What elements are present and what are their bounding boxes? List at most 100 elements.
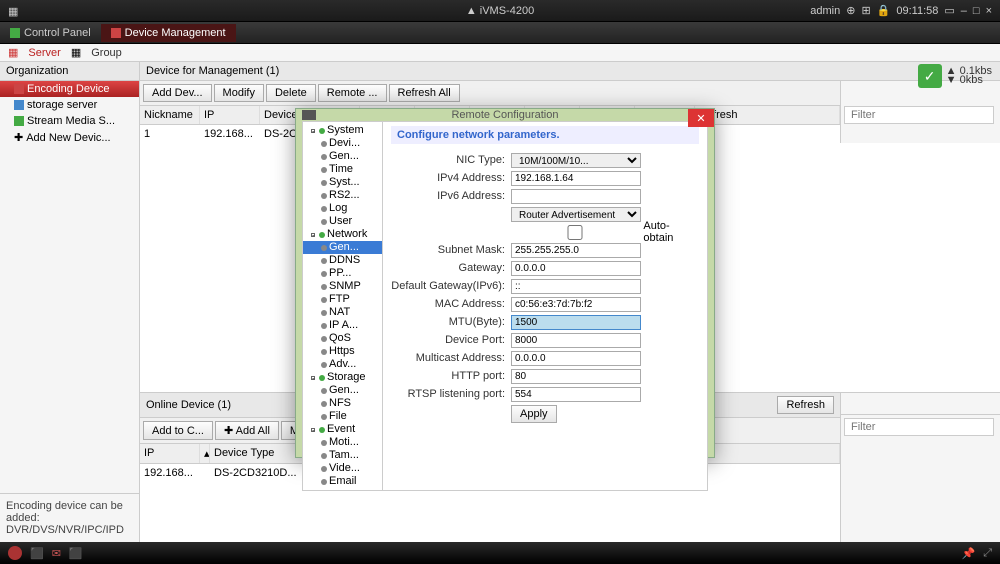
online-right-pane — [840, 393, 1000, 542]
app-logo-icon: ▦ — [8, 5, 20, 17]
subnet-mask-input[interactable] — [511, 243, 641, 258]
tree-net-general[interactable]: Gen... — [303, 241, 382, 254]
window-max-icon[interactable]: □ — [973, 5, 980, 17]
device-icon — [111, 28, 121, 38]
tree-sto-file[interactable]: File — [303, 410, 382, 423]
tree-sys-device[interactable]: Devi... — [303, 137, 382, 150]
nic-type-select[interactable]: 10M/100M/10... — [511, 153, 641, 168]
gateway6-input[interactable] — [511, 279, 641, 294]
group-link[interactable]: Group — [91, 47, 122, 59]
refresh-all-button[interactable]: Refresh All — [389, 84, 460, 102]
add-device-button[interactable]: Add Dev... — [143, 84, 212, 102]
tree-storage[interactable]: -Storage — [303, 371, 382, 384]
minimize-icon[interactable]: ▭ — [944, 4, 954, 17]
device-port-input[interactable] — [511, 333, 641, 348]
gateway-input[interactable] — [511, 261, 641, 276]
grid-icon — [10, 28, 20, 38]
tree-net-nat[interactable]: NAT — [303, 306, 382, 319]
tree-sys-time[interactable]: Time — [303, 163, 382, 176]
titlebar: ▦ ▲ iVMS-4200 admin ⊕ ⊞ 🔒 09:11:58 ▭ – □… — [0, 0, 1000, 22]
status-indicator: ✓ ▲ 0.1kbs▼ 0kbs — [918, 64, 992, 88]
plus-icon: ✚ — [14, 131, 23, 144]
mgmt-filter-input[interactable] — [844, 106, 994, 124]
window-close-icon[interactable]: × — [986, 5, 992, 17]
tree-sys-syst[interactable]: Syst... — [303, 176, 382, 189]
cube-icon — [14, 116, 24, 126]
org-tree: Encoding Device storage server Stream Me… — [0, 81, 139, 493]
dialog-titlebar[interactable]: Remote Configuration ✕ — [296, 109, 714, 121]
tree-sys-log[interactable]: Log — [303, 202, 382, 215]
multicast-input[interactable] — [511, 351, 641, 366]
add-to-client-button[interactable]: Add to C... — [143, 421, 213, 440]
cube-icon — [14, 100, 24, 110]
tree-net-https[interactable]: Https — [303, 345, 382, 358]
tree-network[interactable]: -Network — [303, 228, 382, 241]
status-icon-1[interactable]: ⬛ — [30, 547, 44, 560]
add-all-button[interactable]: ✚ Add All — [215, 421, 279, 440]
tab-control-panel[interactable]: Control Panel — [0, 24, 101, 42]
tree-sys-user[interactable]: User — [303, 215, 382, 228]
apply-button[interactable]: Apply — [511, 405, 557, 423]
mgmt-header: Device for Management (1) ✓ ▲ 0.1kbs▼ 0k… — [140, 62, 1000, 81]
clock-time: 09:11:58 — [896, 5, 938, 17]
bottom-bar: ⬛ ✉ ⬛ 📌 ⤢ — [0, 542, 1000, 564]
toolbar-icon-1[interactable]: ⊕ — [846, 4, 855, 17]
pin-icon[interactable]: 📌 — [961, 547, 975, 560]
modify-button[interactable]: Modify — [214, 84, 264, 102]
tree-net-pppoe[interactable]: PP... — [303, 267, 382, 280]
ipv4-input[interactable] — [511, 171, 641, 186]
config-tree: -System Devi... Gen... Time Syst... RS2.… — [303, 122, 383, 490]
cube-icon — [14, 84, 24, 94]
dialog-body: -System Devi... Gen... Time Syst... RS2.… — [302, 121, 708, 491]
app-title: iVMS-4200 — [480, 5, 534, 17]
dialog-close-button[interactable]: ✕ — [688, 109, 714, 127]
window-min-icon[interactable]: – — [961, 5, 967, 17]
mac-input[interactable] — [511, 297, 641, 312]
expand-icon[interactable]: ⤢ — [983, 547, 992, 560]
remote-button[interactable]: Remote ... — [318, 84, 387, 102]
mgmt-right-pane — [840, 81, 1000, 143]
sidebar-item-stream[interactable]: Stream Media S... — [0, 113, 139, 129]
alarm-icon[interactable] — [8, 546, 22, 560]
check-icon: ✓ — [918, 64, 942, 88]
tree-net-ipa[interactable]: IP A... — [303, 319, 382, 332]
toolbar-icon-2[interactable]: ⊞ — [861, 4, 870, 17]
sidebar-item-storage[interactable]: storage server — [0, 97, 139, 113]
tree-sto-nfs[interactable]: NFS — [303, 397, 382, 410]
tree-evt-motion[interactable]: Moti... — [303, 436, 382, 449]
sidebar-item-encoding[interactable]: Encoding Device — [0, 81, 139, 97]
status-icon-3[interactable]: ⬛ — [69, 547, 83, 560]
tree-system[interactable]: -System — [303, 124, 382, 137]
tree-sys-general[interactable]: Gen... — [303, 150, 382, 163]
server-icon: ▦ — [8, 46, 18, 59]
status-icon-2[interactable]: ✉ — [52, 547, 61, 560]
auto-obtain-checkbox[interactable] — [511, 225, 639, 240]
ipv6-input[interactable] — [511, 189, 641, 204]
tree-sys-rs232[interactable]: RS2... — [303, 189, 382, 202]
lock-icon[interactable]: 🔒 — [877, 4, 891, 17]
server-link[interactable]: Server — [28, 47, 60, 59]
tree-event[interactable]: -Event — [303, 423, 382, 436]
sidebar: Organization Encoding Device storage ser… — [0, 62, 140, 542]
tree-evt-email[interactable]: Email — [303, 475, 382, 488]
organization-header: Organization — [0, 62, 139, 81]
online-refresh-button[interactable]: Refresh — [777, 396, 834, 414]
mtu-input[interactable] — [511, 315, 641, 330]
tab-device-management[interactable]: Device Management — [101, 24, 236, 42]
tree-net-ddns[interactable]: DDNS — [303, 254, 382, 267]
http-port-input[interactable] — [511, 369, 641, 384]
tree-net-qos[interactable]: QoS — [303, 332, 382, 345]
mgmt-buttons: Add Dev... Modify Delete Remote ... Refr… — [140, 81, 840, 106]
delete-button[interactable]: Delete — [266, 84, 316, 102]
sidebar-item-add[interactable]: ✚Add New Devic... — [0, 129, 139, 146]
tree-evt-video[interactable]: Vide... — [303, 462, 382, 475]
tree-sto-gen[interactable]: Gen... — [303, 384, 382, 397]
tree-net-ftp[interactable]: FTP — [303, 293, 382, 306]
rtsp-port-input[interactable] — [511, 387, 641, 402]
tree-net-snmp[interactable]: SNMP — [303, 280, 382, 293]
tab-bar: Control Panel Device Management — [0, 22, 1000, 44]
online-filter-input[interactable] — [844, 418, 994, 436]
app-logo-dot: ▲ — [466, 5, 477, 17]
tree-net-adv[interactable]: Adv... — [303, 358, 382, 371]
tree-evt-tamper[interactable]: Tam... — [303, 449, 382, 462]
